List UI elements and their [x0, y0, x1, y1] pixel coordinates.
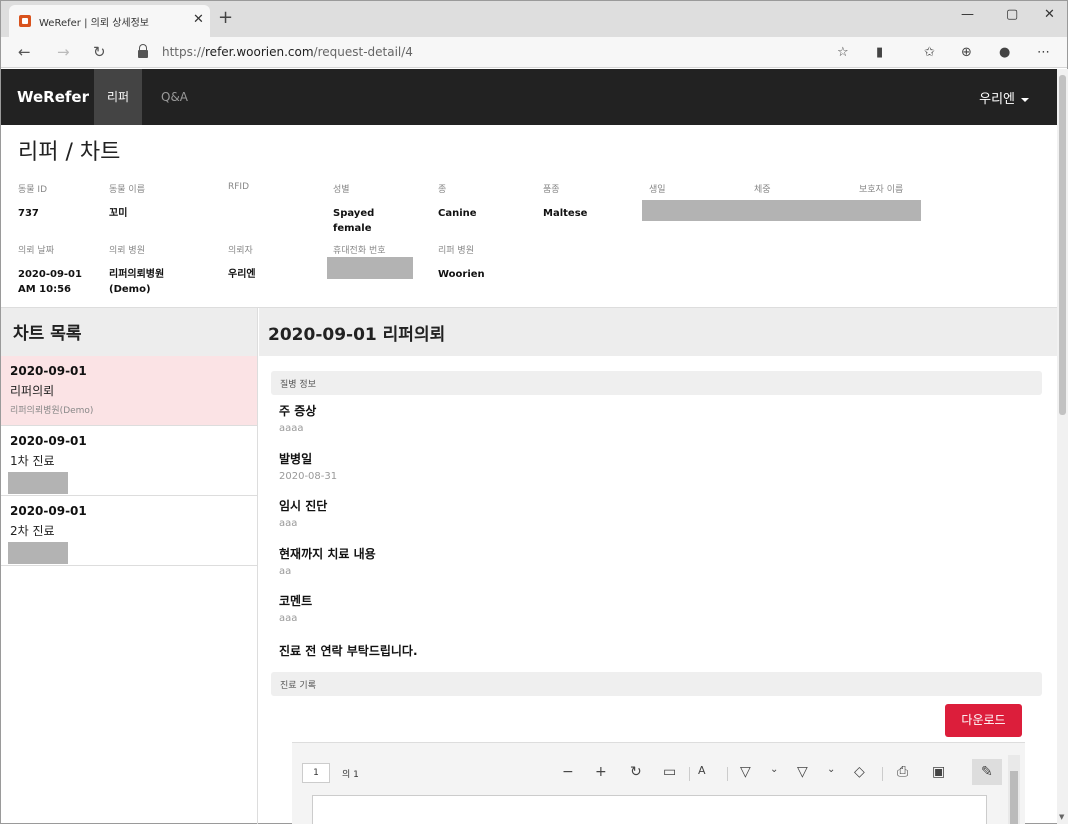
redacted-phone: [327, 257, 413, 279]
favorites-icon[interactable]: ✩: [924, 45, 935, 60]
info-phone: 휴대전화 번호: [333, 246, 386, 256]
redacted-block: [642, 200, 921, 221]
scroll-down-icon[interactable]: ▼: [1059, 813, 1064, 821]
info-birthday: 생일: [649, 185, 666, 195]
field-treatment-so-far: 현재까지 치료 내용 aa: [279, 547, 376, 577]
highlight-options-chevron-icon[interactable]: ⌄: [827, 764, 835, 775]
brand-logo[interactable]: WeRefer: [17, 88, 89, 106]
read-aloud-icon[interactable]: A: [698, 764, 706, 777]
field-main-symptom: 주 증상 aaaa: [279, 404, 317, 434]
nav-item-refer[interactable]: 리퍼: [94, 69, 143, 125]
info-request-date: 의뢰 날짜 2020-09-01 AM 10:56: [18, 246, 82, 295]
eraser-icon[interactable]: ◇: [854, 764, 865, 780]
browser-window: WeRefer | 의뢰 상세정보 ✕ + — ▢ ✕ ← → ↻ https:…: [0, 0, 1068, 824]
tab-title: WeRefer | 의뢰 상세정보: [39, 18, 149, 29]
app-navbar: WeRefer 리퍼 Q&A 우리엔: [1, 69, 1057, 125]
field-comment: 코멘트 aaa: [279, 594, 313, 624]
chart-list-item[interactable]: 2020-09-01 리퍼의뢰 리퍼의뢰병원(Demo): [1, 356, 257, 426]
collections-icon[interactable]: ⊕: [961, 45, 972, 60]
save-icon[interactable]: ▣: [932, 764, 945, 780]
werefer-favicon-icon: [19, 15, 31, 27]
field-provisional-diagnosis: 임시 진단 aaa: [279, 499, 328, 529]
refresh-icon[interactable]: ↻: [93, 43, 106, 61]
info-breed: 품종 Maltese: [543, 185, 588, 219]
info-animal-id: 동물 ID 737: [18, 185, 48, 219]
section-disease-info: 질병 정보: [271, 371, 1042, 395]
download-button[interactable]: 다운로드: [945, 704, 1022, 737]
tab-strip: WeRefer | 의뢰 상세정보 ✕ + — ▢ ✕: [1, 1, 1067, 37]
info-sex: 성별 Spayed female: [333, 185, 375, 234]
pdf-toolbar: 1 의 1 − + ↻ ▭ A ▽ ⌄ ▽ ⌄ ◇ ⎙ ▣ ✎: [292, 755, 1014, 787]
pdf-page: [312, 795, 987, 824]
comment-note: 진료 전 연락 부탁드립니다.: [279, 644, 418, 658]
section-treatment-records: 진료 기록: [271, 672, 1042, 696]
info-species: 종 Canine: [438, 185, 477, 219]
reader-icon[interactable]: ▮: [876, 45, 883, 60]
info-request-hospital: 의뢰 병원 리퍼의뢰병원 (Demo): [109, 246, 165, 295]
more-options-icon[interactable]: ⋯: [1037, 45, 1050, 60]
draw-options-chevron-icon[interactable]: ⌄: [770, 764, 778, 775]
pdf-scrollbar-thumb[interactable]: [1010, 771, 1018, 824]
favorite-star-icon[interactable]: ☆: [837, 45, 849, 60]
print-icon[interactable]: ⎙: [897, 764, 908, 780]
highlight-icon[interactable]: ▽: [797, 764, 808, 780]
nav-item-qna[interactable]: Q&A: [148, 69, 201, 125]
info-refer-hospital: 리퍼 병원 Woorien: [438, 246, 485, 280]
pin-toolbar-button[interactable]: ✎: [972, 759, 1002, 785]
field-onset-date: 발병일 2020-08-31: [279, 452, 338, 482]
toolbar-divider: [689, 767, 690, 781]
close-tab-icon[interactable]: ✕: [193, 12, 204, 27]
user-menu[interactable]: 우리엔: [979, 88, 1029, 107]
fit-page-icon[interactable]: ▭: [663, 764, 676, 780]
lock-icon: [138, 44, 148, 58]
page-count: 의 1: [342, 770, 359, 780]
back-icon[interactable]: ←: [18, 43, 31, 61]
address-bar[interactable]: https://refer.woorien.com/request-detail…: [130, 41, 860, 64]
chart-list-item[interactable]: 2020-09-01 2차 진료: [1, 496, 257, 566]
chart-detail: 2020-09-01 리퍼의뢰 질병 정보 주 증상 aaaa 발병일 2020-0…: [259, 308, 1057, 824]
pin-icon: ✎: [981, 764, 993, 780]
chart-list-item[interactable]: 2020-09-01 1차 진료: [1, 426, 257, 496]
info-weight: 체중: [754, 185, 771, 195]
scrollbar-thumb[interactable]: [1059, 75, 1066, 415]
page-title: 리퍼 / 차트: [18, 140, 121, 165]
browser-tab[interactable]: WeRefer | 의뢰 상세정보 ✕: [9, 5, 210, 37]
minimize-icon[interactable]: —: [961, 7, 974, 22]
new-tab-icon[interactable]: +: [218, 7, 233, 28]
pdf-viewer: 1 의 1 − + ↻ ▭ A ▽ ⌄ ▽ ⌄ ◇ ⎙ ▣ ✎: [292, 742, 1025, 824]
maximize-icon[interactable]: ▢: [1006, 7, 1018, 22]
content-area: 차트 목록 2020-09-01 리퍼의뢰 리퍼의뢰병원(Demo) 2020-…: [1, 307, 1057, 824]
page-number-input[interactable]: 1: [302, 763, 330, 783]
chart-list-sidebar: 차트 목록 2020-09-01 리퍼의뢰 리퍼의뢰병원(Demo) 2020-…: [1, 308, 258, 824]
info-guardian-name: 보호자 이름: [859, 185, 904, 195]
draw-icon[interactable]: ▽: [740, 764, 751, 780]
info-requester: 의뢰자 우리엔: [228, 246, 256, 280]
info-rfid: RFID: [228, 182, 250, 192]
zoom-in-icon[interactable]: +: [595, 764, 607, 780]
browser-toolbar: ← → ↻ https://refer.woorien.com/request-…: [1, 37, 1067, 68]
pdf-scrollbar[interactable]: [1008, 755, 1020, 824]
profile-avatar-icon[interactable]: ●: [999, 45, 1010, 60]
caret-down-icon: [1021, 97, 1029, 102]
redacted-hospital: [8, 542, 68, 564]
user-name: 우리엔: [979, 92, 1015, 107]
toolbar-divider: [727, 767, 728, 781]
info-animal-name: 동물 이름 꼬미: [109, 185, 145, 219]
page-scrollbar[interactable]: ▼: [1057, 69, 1068, 824]
chart-list-title: 차트 목록: [1, 308, 257, 356]
forward-icon[interactable]: →: [57, 43, 70, 61]
chart-detail-title: 2020-09-01 리퍼의뢰: [259, 308, 1057, 356]
url-text: https://refer.woorien.com/request-detail…: [162, 45, 413, 59]
toolbar-divider: [882, 767, 883, 781]
redacted-hospital: [8, 472, 68, 494]
zoom-out-icon[interactable]: −: [562, 764, 574, 780]
window-close-icon[interactable]: ✕: [1044, 7, 1055, 22]
rotate-icon[interactable]: ↻: [630, 764, 642, 780]
